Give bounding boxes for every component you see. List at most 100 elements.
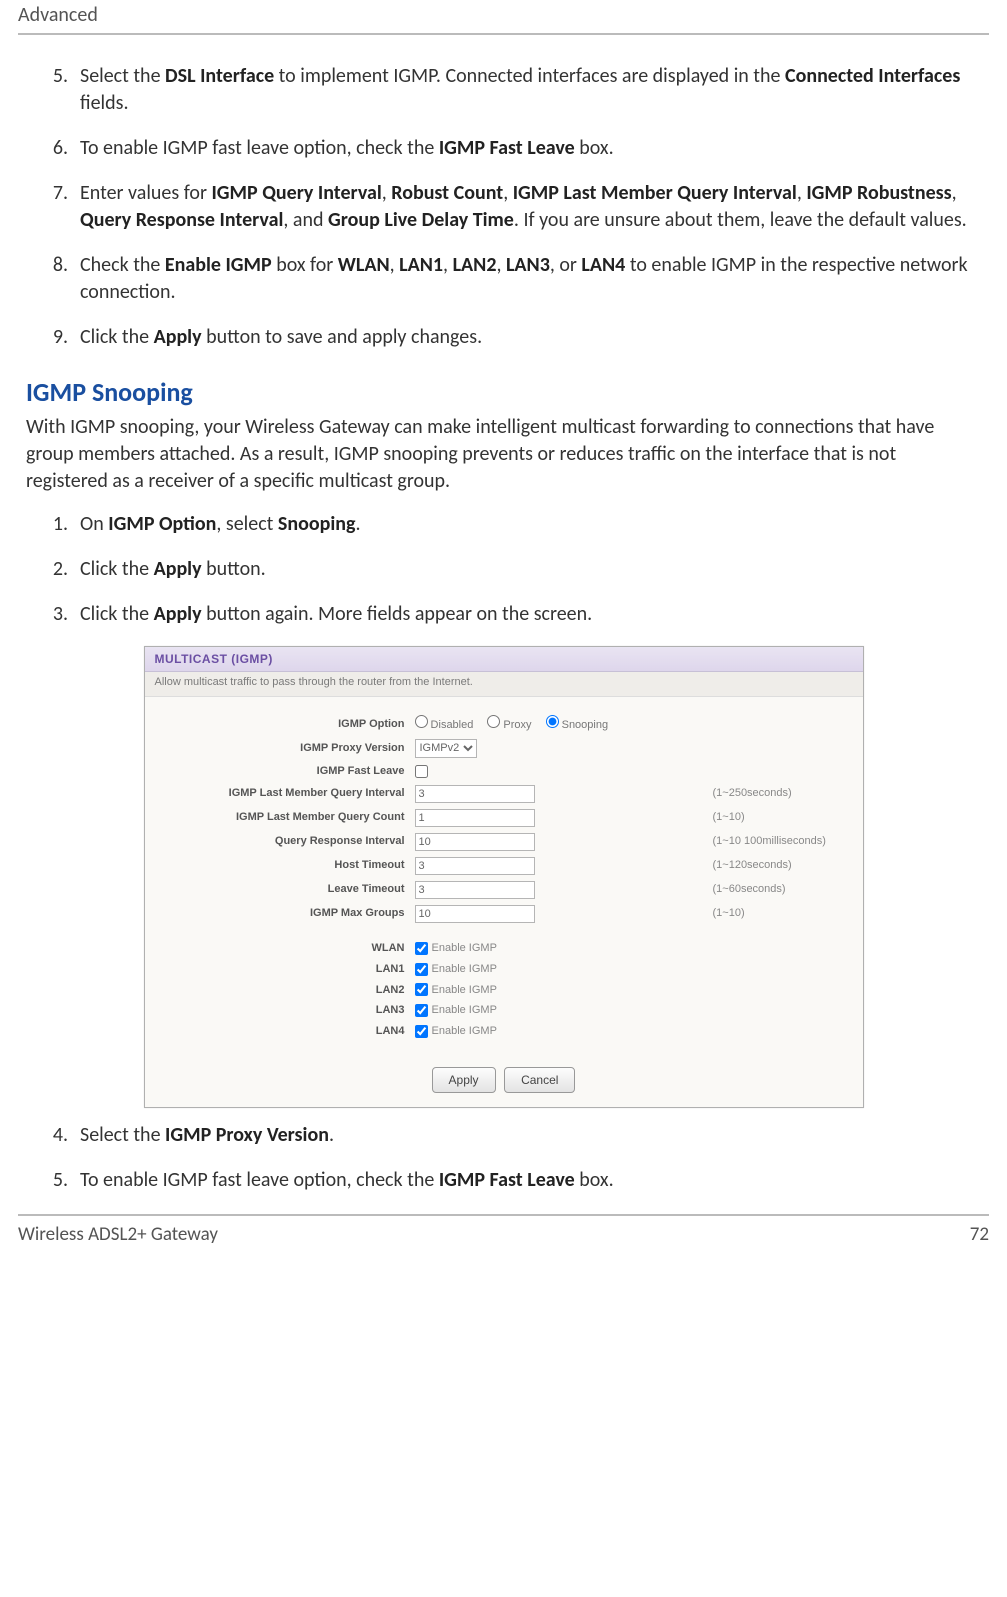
igmp-option-radio[interactable]: Disabled	[415, 715, 474, 733]
interface-label: WLAN	[155, 941, 415, 956]
form-row: Leave Timeout (1~60seconds)	[155, 881, 853, 899]
steps-list-2a: 1.On IGMP Option, select Snooping.2.Clic…	[26, 511, 981, 628]
step-number: 1.	[26, 511, 80, 538]
step-number: 6.	[26, 135, 80, 162]
interface-label: LAN2	[155, 983, 415, 998]
form-row: IGMP Max Groups (1~10)	[155, 905, 853, 923]
form-row: Query Response Interval (1~10 100millisec…	[155, 833, 853, 851]
interface-row: LAN4 Enable IGMP	[155, 1024, 853, 1039]
panel-title: MULTICAST (IGMP)	[145, 647, 863, 672]
list-item: 5.Select the DSL Interface to implement …	[26, 63, 981, 117]
igmp-option-radio[interactable]: Proxy	[487, 715, 531, 733]
field-hint: (1~10)	[713, 810, 853, 825]
field-hint: (1~10 100milliseconds)	[713, 834, 853, 849]
footer-page-number: 72	[970, 1222, 989, 1248]
field-label: Host Timeout	[155, 858, 415, 873]
step-number: 2.	[26, 556, 80, 583]
interface-label: LAN3	[155, 1003, 415, 1018]
step-number: 9.	[26, 324, 80, 351]
text-input[interactable]	[415, 905, 535, 923]
section-intro: With IGMP snooping, your Wireless Gatewa…	[26, 414, 981, 495]
step-body: To enable IGMP fast leave option, check …	[80, 135, 981, 162]
list-item: 7.Enter values for IGMP Query Interval, …	[26, 180, 981, 234]
enable-igmp-checkbox[interactable]	[415, 983, 428, 996]
footer-rule	[18, 1214, 989, 1216]
form-row: IGMP Last Member Query Count (1~10)	[155, 809, 853, 827]
section-title: IGMP Snooping	[26, 375, 981, 410]
step-number: 5.	[26, 1167, 80, 1194]
interface-label: LAN4	[155, 1024, 415, 1039]
cancel-button[interactable]: Cancel	[504, 1067, 575, 1093]
list-item: 5.To enable IGMP fast leave option, chec…	[26, 1167, 981, 1194]
enable-igmp-checkbox[interactable]	[415, 1025, 428, 1038]
step-body: Select the DSL Interface to implement IG…	[80, 63, 981, 117]
step-body: Click the Apply button again. More field…	[80, 601, 981, 628]
text-input[interactable]	[415, 833, 535, 851]
proxy-version-label: IGMP Proxy Version	[155, 741, 415, 756]
list-item: 1.On IGMP Option, select Snooping.	[26, 511, 981, 538]
proxy-version-select[interactable]: IGMPv2	[415, 739, 477, 758]
form-row: IGMP Last Member Query Interval (1~250sec…	[155, 785, 853, 803]
field-hint: (1~120seconds)	[713, 858, 853, 873]
interface-row: LAN1 Enable IGMP	[155, 962, 853, 977]
interface-label: LAN1	[155, 962, 415, 977]
step-number: 7.	[26, 180, 80, 234]
text-input[interactable]	[415, 785, 535, 803]
list-item: 9.Click the Apply button to save and app…	[26, 324, 981, 351]
igmp-option-radio[interactable]: Snooping	[546, 715, 609, 733]
apply-button[interactable]: Apply	[432, 1067, 496, 1093]
enable-igmp-text: Enable IGMP	[432, 1024, 497, 1039]
text-input[interactable]	[415, 809, 535, 827]
panel-subtitle: Allow multicast traffic to pass through …	[145, 672, 863, 697]
field-label: IGMP Max Groups	[155, 906, 415, 921]
interface-row: WLAN Enable IGMP	[155, 941, 853, 956]
step-number: 3.	[26, 601, 80, 628]
fast-leave-label: IGMP Fast Leave	[155, 764, 415, 779]
field-label: Leave Timeout	[155, 882, 415, 897]
radio-input[interactable]	[415, 715, 428, 728]
text-input[interactable]	[415, 857, 535, 875]
list-item: 6.To enable IGMP fast leave option, chec…	[26, 135, 981, 162]
enable-igmp-checkbox[interactable]	[415, 963, 428, 976]
form-row: Host Timeout (1~120seconds)	[155, 857, 853, 875]
step-number: 4.	[26, 1122, 80, 1149]
igmp-option-label: IGMP Option	[155, 717, 415, 732]
steps-list-2b: 4.Select the IGMP Proxy Version.5.To ena…	[26, 1122, 981, 1194]
field-hint: (1~10)	[713, 906, 853, 921]
step-body: Enter values for IGMP Query Interval, Ro…	[80, 180, 981, 234]
step-body: Check the Enable IGMP box for WLAN, LAN1…	[80, 252, 981, 306]
step-body: Click the Apply button to save and apply…	[80, 324, 981, 351]
list-item: 8.Check the Enable IGMP box for WLAN, LA…	[26, 252, 981, 306]
fast-leave-checkbox[interactable]	[415, 765, 428, 778]
field-label: IGMP Last Member Query Interval	[155, 786, 415, 801]
step-number: 5.	[26, 63, 80, 117]
enable-igmp-text: Enable IGMP	[432, 983, 497, 998]
steps-list-1: 5.Select the DSL Interface to implement …	[26, 63, 981, 351]
enable-igmp-checkbox[interactable]	[415, 1004, 428, 1017]
list-item: 2.Click the Apply button.	[26, 556, 981, 583]
enable-igmp-text: Enable IGMP	[432, 962, 497, 977]
footer-product: Wireless ADSL2+ Gateway	[18, 1222, 218, 1248]
multicast-panel: MULTICAST (IGMP) Allow multicast traffic…	[144, 646, 864, 1108]
radio-input[interactable]	[546, 715, 559, 728]
step-body: To enable IGMP fast leave option, check …	[80, 1167, 981, 1194]
enable-igmp-checkbox[interactable]	[415, 942, 428, 955]
enable-igmp-text: Enable IGMP	[432, 941, 497, 956]
step-body: On IGMP Option, select Snooping.	[80, 511, 981, 538]
step-body: Click the Apply button.	[80, 556, 981, 583]
field-label: IGMP Last Member Query Count	[155, 810, 415, 825]
field-label: Query Response Interval	[155, 834, 415, 849]
header-rule	[18, 33, 989, 35]
list-item: 4.Select the IGMP Proxy Version.	[26, 1122, 981, 1149]
interface-row: LAN2 Enable IGMP	[155, 983, 853, 998]
step-body: Select the IGMP Proxy Version.	[80, 1122, 981, 1149]
field-hint: (1~250seconds)	[713, 786, 853, 801]
step-number: 8.	[26, 252, 80, 306]
interface-row: LAN3 Enable IGMP	[155, 1003, 853, 1018]
page-header: Advanced	[18, 2, 989, 29]
enable-igmp-text: Enable IGMP	[432, 1003, 497, 1018]
radio-input[interactable]	[487, 715, 500, 728]
text-input[interactable]	[415, 881, 535, 899]
field-hint: (1~60seconds)	[713, 882, 853, 897]
list-item: 3.Click the Apply button again. More fie…	[26, 601, 981, 628]
